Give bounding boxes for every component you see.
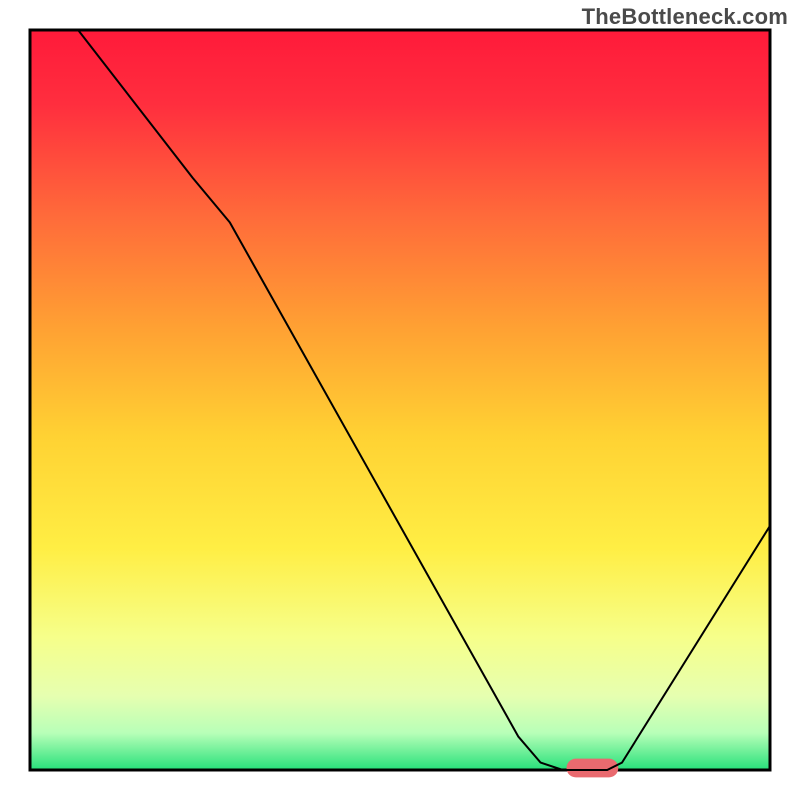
watermark-text: TheBottleneck.com — [582, 4, 788, 30]
gradient-background — [30, 30, 770, 770]
bottleneck-chart — [0, 0, 800, 800]
chart-stage: TheBottleneck.com — [0, 0, 800, 800]
